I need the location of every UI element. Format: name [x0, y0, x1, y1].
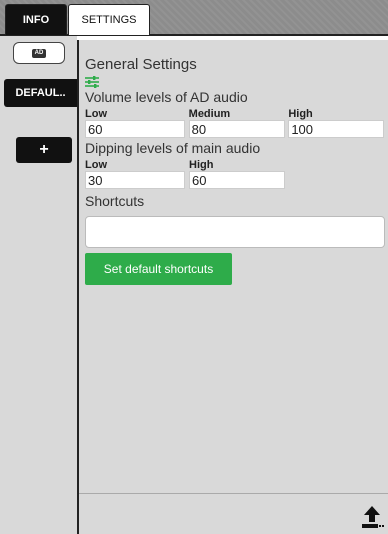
volume-high-field: High [288, 106, 388, 138]
profile-tab-default[interactable]: DEFAUL.. [4, 79, 77, 107]
ad-profile-button[interactable]: AD [13, 42, 65, 64]
dipping-low-label: Low [85, 159, 107, 171]
volume-low-field: Low [85, 106, 189, 138]
volume-low-input[interactable] [85, 120, 185, 138]
ad-icon: AD [31, 48, 47, 58]
volume-medium-label: Medium [188, 108, 231, 120]
volume-low-label: Low [85, 108, 107, 120]
add-profile-button[interactable]: + [16, 137, 72, 163]
tab-settings[interactable]: SETTINGS [68, 4, 150, 35]
shortcuts-field-wrap [85, 216, 388, 248]
volume-levels-row: Low Medium High [85, 106, 388, 138]
tab-info[interactable]: INFO [5, 4, 67, 35]
set-default-shortcuts-button[interactable]: Set default shortcuts [85, 253, 232, 285]
dipping-high-label: High [189, 159, 214, 171]
sliders-icon [85, 76, 99, 88]
settings-content: General Settings Volume levels of AD aud… [85, 55, 388, 285]
dipping-high-field: High [189, 157, 289, 189]
shortcuts-input[interactable] [85, 216, 385, 248]
dipping-high-input[interactable] [189, 171, 285, 189]
volume-high-input[interactable] [288, 120, 385, 138]
dipping-low-input[interactable] [85, 171, 185, 189]
dipping-section-title: Dipping levels of main audio [85, 140, 261, 156]
tab-strip: INFO SETTINGS [0, 0, 388, 36]
dipping-low-field: Low [85, 157, 189, 189]
volume-high-label: High [288, 108, 313, 120]
shortcuts-button-wrap: Set default shortcuts [85, 253, 388, 285]
volume-section-title: Volume levels of AD audio [85, 89, 248, 105]
upload-icon[interactable] [359, 504, 385, 530]
dipping-levels-row: Low High [85, 157, 388, 189]
panel-footer [79, 493, 388, 534]
volume-medium-input[interactable] [188, 120, 285, 138]
settings-panel: General Settings Volume levels of AD aud… [77, 40, 388, 534]
profile-rail: AD DEFAUL.. + [0, 36, 77, 534]
volume-medium-field: Medium [188, 106, 289, 138]
general-settings-title: General Settings [85, 56, 197, 73]
shortcuts-title: Shortcuts [85, 193, 145, 209]
